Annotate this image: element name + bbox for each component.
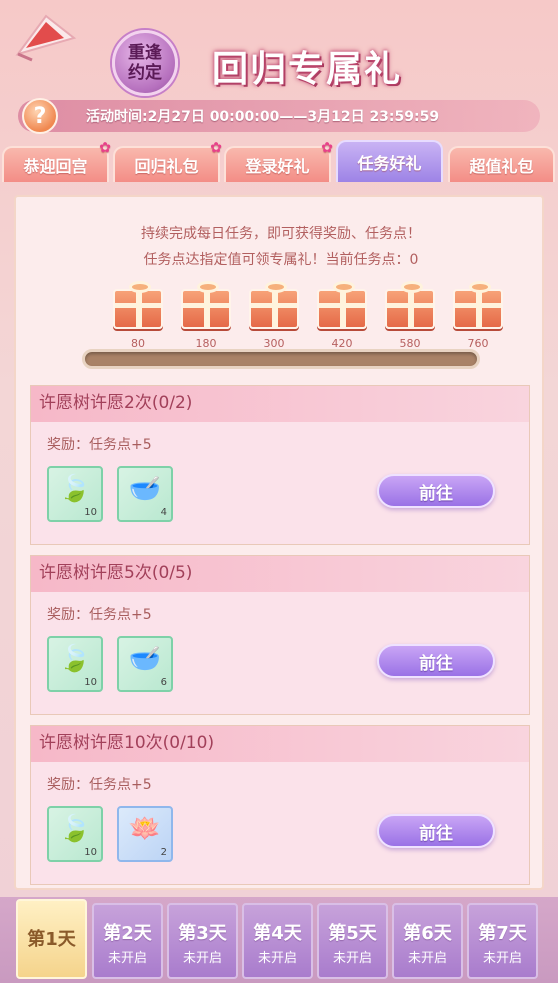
tab-label: 回归礼包 <box>134 157 199 176</box>
task-panel: 持续完成每日任务，即可获得奖励、任务点！ 任务点达指定值可领专属礼！当前任务点：… <box>14 195 544 890</box>
item-count: 2 <box>160 847 167 858</box>
back-fan-icon[interactable] <box>12 8 80 62</box>
task-title: 许愿树许愿2次(0/2) <box>31 386 529 422</box>
item-count: 6 <box>160 677 167 688</box>
day-label: 第7天 <box>478 923 527 944</box>
go-button[interactable]: 前往 <box>377 474 495 508</box>
gift-box-icon <box>317 281 367 329</box>
tab-task-gift[interactable]: 任务好礼 <box>336 140 443 182</box>
milestone-gift[interactable]: 760 <box>450 281 506 350</box>
milestone-gift[interactable]: 300 <box>246 281 302 350</box>
day-status: 未开启 <box>407 951 447 966</box>
header: 重逢约定 回归专属礼 <box>0 0 558 100</box>
milestone-gift[interactable]: 420 <box>314 281 370 350</box>
flower-icon: ✿ <box>321 140 333 156</box>
gift-box-icon <box>249 281 299 329</box>
silver-leaf-icon: 🍃 <box>58 814 92 844</box>
day-tab-2[interactable]: 第2天 未开启 <box>92 903 163 979</box>
flower-icon: ✿ <box>210 140 222 156</box>
day-label: 第2天 <box>103 923 152 944</box>
gift-box-icon <box>453 281 503 329</box>
help-button[interactable]: ? <box>22 98 58 134</box>
silver-leaf-icon: 🍃 <box>58 474 92 504</box>
lotus-leaf-icon: 🪷 <box>128 814 162 844</box>
reunion-seal: 重逢约定 <box>112 30 178 96</box>
activity-time: 活动时间:2月27日 00:00:00——3月12日 23:59:59 <box>86 109 440 125</box>
tab-label: 恭迎回宫 <box>23 157 88 176</box>
reward-item[interactable]: 🍃 10 <box>47 636 103 692</box>
tab-bar: 恭迎回宫 ✿ 回归礼包 ✿ 登录好礼 ✿ 任务好礼 超值礼包 <box>0 140 558 184</box>
tab-label: 任务好礼 <box>357 154 422 173</box>
milestone-gift[interactable]: 180 <box>178 281 234 350</box>
tab-return-gift[interactable]: 回归礼包 ✿ <box>113 140 222 182</box>
day-tab-1[interactable]: 第1天 <box>16 899 87 979</box>
task-reward: 奖励：任务点+5 <box>47 777 152 793</box>
intro-line-2: 任务点达指定值可领专属礼！当前任务点：0 <box>143 252 419 268</box>
day-status: 未开启 <box>182 951 222 966</box>
day-tab-6[interactable]: 第6天 未开启 <box>392 903 463 979</box>
day-tab-bar: 第1天 第2天 未开启 第3天 未开启 第4天 未开启 第5天 未开启 第6天 … <box>0 897 558 983</box>
day-label: 第1天 <box>27 929 76 950</box>
task-reward: 奖励：任务点+5 <box>47 437 152 453</box>
reward-item[interactable]: 🥣 4 <box>117 466 173 522</box>
task-title: 许愿树许愿10次(0/10) <box>31 726 529 762</box>
reward-item[interactable]: 🍃 10 <box>47 806 103 862</box>
go-button[interactable]: 前往 <box>377 644 495 678</box>
day-tab-4[interactable]: 第4天 未开启 <box>242 903 313 979</box>
gift-box-icon <box>181 281 231 329</box>
day-tab-7[interactable]: 第7天 未开启 <box>467 903 538 979</box>
page-title: 回归专属礼 <box>212 48 403 90</box>
tab-login-gift[interactable]: 登录好礼 ✿ <box>224 140 333 182</box>
reward-item[interactable]: 🪷 2 <box>117 806 173 862</box>
day-status: 未开启 <box>332 951 372 966</box>
day-status: 未开启 <box>482 951 522 966</box>
day-label: 第3天 <box>178 923 227 944</box>
task-card: 许愿树许愿10次(0/10) 奖励：任务点+5 🍃 10 🪷 2 前往 <box>30 725 530 885</box>
gift-box-icon <box>113 281 163 329</box>
milestone-rewards: 80 180 300 420 580 760 <box>110 281 510 350</box>
tab-label: 登录好礼 <box>245 157 310 176</box>
task-card: 许愿树许愿2次(0/2) 奖励：任务点+5 🍃 10 🥣 4 前往 <box>30 385 530 545</box>
go-button[interactable]: 前往 <box>377 814 495 848</box>
item-count: 4 <box>160 507 167 518</box>
pearl-dish-icon: 🥣 <box>128 474 162 504</box>
day-label: 第4天 <box>253 923 302 944</box>
reward-item[interactable]: 🥣 6 <box>117 636 173 692</box>
day-label: 第5天 <box>328 923 377 944</box>
day-tab-5[interactable]: 第5天 未开启 <box>317 903 388 979</box>
tab-welcome-back[interactable]: 恭迎回宫 ✿ <box>2 140 111 182</box>
item-count: 10 <box>84 507 97 518</box>
day-status: 未开启 <box>107 951 147 966</box>
day-status: 未开启 <box>257 951 297 966</box>
milestone-gift[interactable]: 80 <box>110 281 166 350</box>
task-card: 许愿树许愿5次(0/5) 奖励：任务点+5 🍃 10 🥣 6 前往 <box>30 555 530 715</box>
tab-label: 超值礼包 <box>469 157 534 176</box>
item-count: 10 <box>84 847 97 858</box>
tab-value-pack[interactable]: 超值礼包 <box>448 146 555 182</box>
day-tab-3[interactable]: 第3天 未开启 <box>167 903 238 979</box>
task-points-progress-bar <box>82 349 480 369</box>
task-reward: 奖励：任务点+5 <box>47 607 152 623</box>
item-count: 10 <box>84 677 97 688</box>
reward-item[interactable]: 🍃 10 <box>47 466 103 522</box>
task-title: 许愿树许愿5次(0/5) <box>31 556 529 592</box>
milestone-gift[interactable]: 580 <box>382 281 438 350</box>
gift-box-icon <box>385 281 435 329</box>
pearl-dish-icon: 🥣 <box>128 644 162 674</box>
flower-icon: ✿ <box>99 140 111 156</box>
seal-text: 重逢约定 <box>128 43 162 83</box>
day-label: 第6天 <box>403 923 452 944</box>
intro-line-1: 持续完成每日任务，即可获得奖励、任务点！ <box>141 226 421 242</box>
silver-leaf-icon: 🍃 <box>58 644 92 674</box>
